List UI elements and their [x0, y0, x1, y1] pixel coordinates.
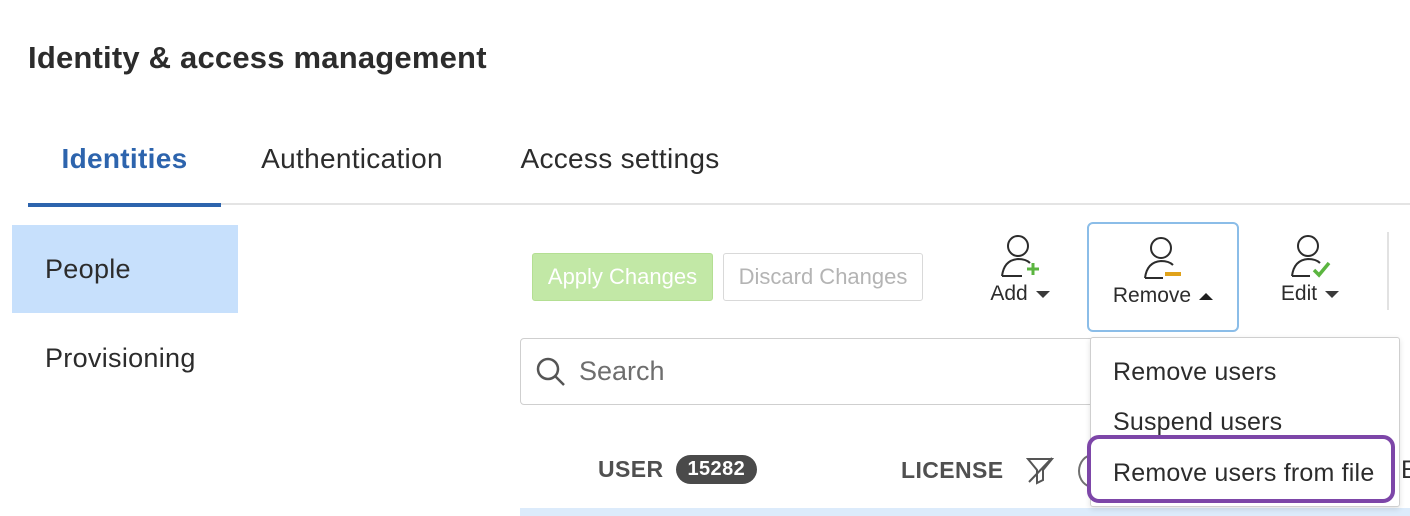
- column-header-license[interactable]: LICENSE: [901, 455, 1055, 485]
- remove-user-icon: [1144, 237, 1181, 279]
- tab-access-settings[interactable]: Access settings: [500, 112, 740, 205]
- add-label: Add: [990, 282, 1028, 305]
- apply-changes-button[interactable]: Apply Changes: [532, 253, 713, 301]
- add-user-icon: [1001, 235, 1039, 277]
- menu-item-remove-users[interactable]: Remove users: [1113, 358, 1277, 387]
- remove-user-button[interactable]: Remove: [1087, 222, 1239, 332]
- remove-dropdown-menu: Remove users Suspend users Remove users …: [1087, 337, 1400, 507]
- discard-changes-button[interactable]: Discard Changes: [723, 253, 923, 301]
- menu-item-suspend-users[interactable]: Suspend users: [1113, 408, 1282, 437]
- menu-item-remove-users-from-file[interactable]: Remove users from file: [1113, 459, 1374, 488]
- sidebar-item-label: Provisioning: [45, 342, 196, 373]
- edit-user-icon: [1291, 235, 1331, 278]
- page-title: Identity & access management: [28, 40, 487, 75]
- search-input[interactable]: [579, 356, 1059, 387]
- edit-label: Edit: [1280, 282, 1318, 305]
- search-icon: [536, 357, 565, 386]
- search-box[interactable]: [520, 338, 1140, 405]
- sidebar-item-label: People: [45, 253, 131, 284]
- column-header-user[interactable]: USER 15282: [598, 455, 758, 484]
- tab-bar: Identities Authentication Access setting…: [28, 112, 1410, 207]
- edit-user-button[interactable]: Edit: [1270, 232, 1350, 306]
- sidebar-item-people[interactable]: People: [12, 225, 238, 313]
- chevron-down-icon: [1035, 290, 1050, 298]
- user-count-badge: 15282: [675, 455, 758, 484]
- column-label-license: LICENSE: [901, 456, 1004, 483]
- sidebar-item-provisioning[interactable]: Provisioning: [12, 314, 238, 402]
- tab-authentication[interactable]: Authentication: [233, 112, 471, 205]
- tab-identities[interactable]: Identities: [28, 112, 221, 207]
- clipped-column-label: E: [1401, 456, 1410, 484]
- chevron-down-icon: [1325, 290, 1340, 298]
- table-header-underline: [520, 508, 1410, 516]
- column-label-user: USER: [598, 456, 664, 482]
- chevron-up-icon: [1199, 292, 1214, 300]
- add-user-button[interactable]: Add: [980, 232, 1060, 306]
- remove-label: Remove: [1112, 284, 1192, 307]
- toolbar-divider: [1387, 232, 1389, 310]
- filter-off-icon[interactable]: [1025, 455, 1055, 485]
